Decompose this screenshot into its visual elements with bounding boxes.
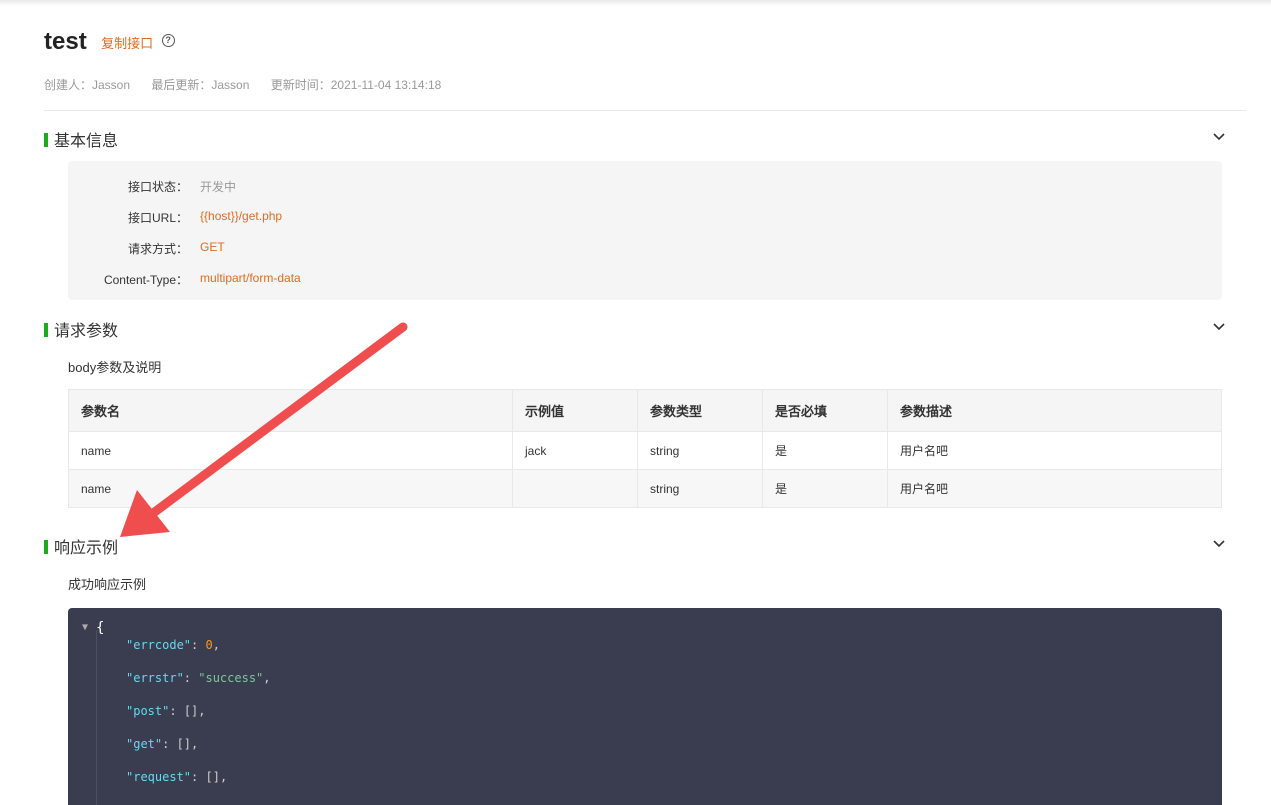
json-key: "errcode" xyxy=(126,638,192,652)
json-sep: : xyxy=(191,770,206,784)
table-cell: 是 xyxy=(762,469,888,508)
chevron-down-icon[interactable] xyxy=(1212,537,1226,551)
json-comma: , xyxy=(263,671,271,685)
json-comma: , xyxy=(212,638,220,652)
json-line: "get": [], xyxy=(126,737,198,751)
table-row: name jack string 是 用户名吧 xyxy=(68,431,1222,470)
page-title: test xyxy=(44,28,87,55)
json-value: [] xyxy=(176,737,192,751)
section-title-response-example: 响应示例 xyxy=(54,540,119,557)
meta-info: 创建人：Jasson 最后更新：Jasson 更新时间：2021-11-04 1… xyxy=(44,76,459,93)
json-sep: : xyxy=(183,671,199,685)
collapse-toggle-icon[interactable]: ▼ xyxy=(82,622,88,633)
copy-api-link[interactable]: 复制接口 xyxy=(101,33,153,52)
column-header: 参数名 xyxy=(68,389,513,432)
chevron-down-icon[interactable] xyxy=(1212,320,1226,334)
table-cell: 用户名吧 xyxy=(887,431,1222,470)
json-key: "request" xyxy=(126,770,192,784)
json-sep: : xyxy=(162,737,177,751)
creator: 创建人：Jasson xyxy=(44,78,131,92)
json-line: "errstr": "success", xyxy=(126,671,271,685)
params-table: 参数名 示例值 参数类型 是否必填 参数描述 name jack string … xyxy=(68,389,1222,508)
table-header-row: 参数名 示例值 参数类型 是否必填 参数描述 xyxy=(68,389,1222,432)
json-value: [] xyxy=(205,770,220,784)
json-line: "errcode": 0, xyxy=(126,638,220,652)
table-cell: string xyxy=(637,431,763,470)
json-key: "errstr" xyxy=(126,671,184,685)
page-header: test 复制接口 ? xyxy=(44,28,175,56)
success-response-subtitle: 成功响应示例 xyxy=(68,577,147,592)
info-label: 接口URL： xyxy=(127,211,188,225)
json-value: 0 xyxy=(205,638,213,652)
section-title-basic-info: 基本信息 xyxy=(54,133,119,150)
table-row: name string 是 用户名吧 xyxy=(68,469,1222,508)
table-cell: jack xyxy=(512,431,638,470)
column-header: 是否必填 xyxy=(762,389,888,432)
column-header: 示例值 xyxy=(512,389,638,432)
update-time: 更新时间：2021-11-04 13:14:18 xyxy=(270,78,442,92)
section-marker xyxy=(44,133,48,147)
section-marker xyxy=(44,540,48,554)
info-value: multipart/form-data xyxy=(200,271,301,285)
column-header: 参数类型 xyxy=(637,389,763,432)
info-label: 接口状态： xyxy=(127,180,188,194)
header-divider xyxy=(44,110,1246,111)
column-header: 参数描述 xyxy=(887,389,1222,432)
chevron-down-icon[interactable] xyxy=(1212,130,1226,144)
json-value: "success" xyxy=(198,671,264,685)
top-shadow xyxy=(0,0,1271,6)
body-params-subtitle: body参数及说明 xyxy=(68,360,162,375)
json-comma: , xyxy=(191,737,199,751)
indent-guide xyxy=(96,630,97,805)
section-response-example[interactable]: 响应示例 xyxy=(44,534,118,558)
table-cell: 用户名吧 xyxy=(887,469,1222,508)
json-sep: : xyxy=(191,638,206,652)
info-value: 开发中 xyxy=(200,180,237,194)
info-label: Content-Type： xyxy=(103,273,188,287)
info-value: GET xyxy=(200,240,225,254)
json-comma: , xyxy=(198,704,206,718)
table-cell: name xyxy=(68,431,513,470)
last-updater: 最后更新：Jasson xyxy=(151,78,250,92)
json-value: [] xyxy=(183,704,199,718)
json-comma: , xyxy=(219,770,228,784)
info-value: {{host}}/get.php xyxy=(200,209,283,223)
table-cell: name xyxy=(68,469,513,508)
basic-info-panel: 接口状态： 开发中 接口URL： {{host}}/get.php 请求方式： … xyxy=(68,161,1222,300)
json-key: "post" xyxy=(126,704,170,718)
section-request-params[interactable]: 请求参数 xyxy=(44,317,118,341)
json-line: "request": [], xyxy=(126,770,227,784)
info-label: 请求方式： xyxy=(127,242,188,256)
json-key: "get" xyxy=(126,737,163,751)
json-sep: : xyxy=(169,704,184,718)
json-line: "post": [], xyxy=(126,704,206,718)
table-cell: 是 xyxy=(762,431,888,470)
section-marker xyxy=(44,323,48,337)
json-open-brace: { xyxy=(96,620,105,636)
help-icon[interactable]: ? xyxy=(161,34,175,47)
table-cell xyxy=(512,469,638,508)
section-basic-info[interactable]: 基本信息 xyxy=(44,127,118,151)
response-code-block: ▼ { "errcode": 0, "errstr": "success", "… xyxy=(68,608,1222,805)
section-title-request-params: 请求参数 xyxy=(54,323,119,340)
table-cell: string xyxy=(637,469,763,508)
